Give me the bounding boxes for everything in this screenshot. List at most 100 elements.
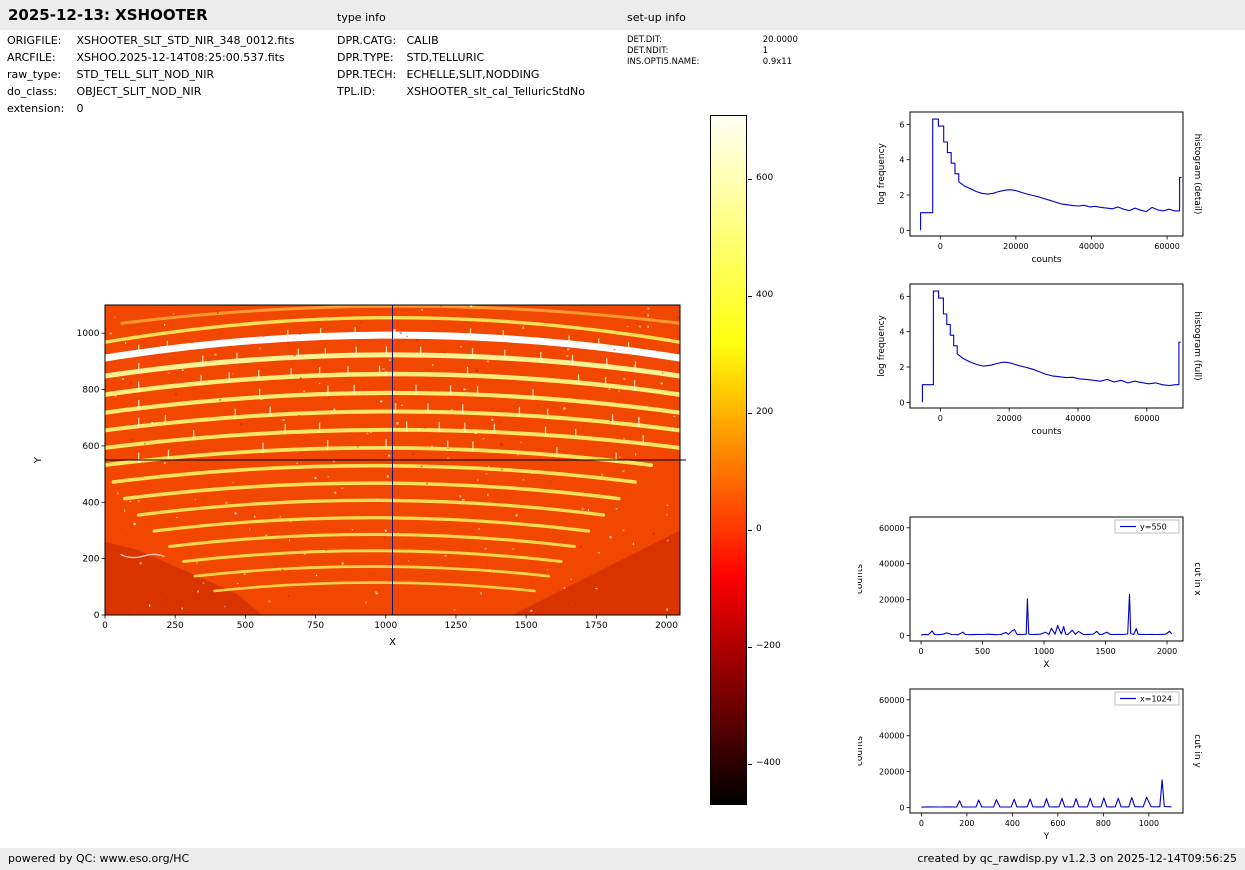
y-tick-label: 0 [899,398,904,407]
right-axis-label: histogram (detail) [1192,134,1202,215]
histogram-detail-plot: 0 20000 40000 60000 0 2 4 6 counts log frequency h… [877,111,1202,265]
y-tick-label: 400 [82,498,99,508]
y-axis-label: counts [858,564,865,594]
echelle-order [105,446,653,467]
plot-frame [909,688,1184,814]
y-tick-label: 60000 [879,696,904,705]
info-value: 0.9x11 [762,57,793,67]
x-tick-label: 1000 [1139,819,1159,828]
x-tick-label: 1000 [374,621,397,631]
x-tick-label: 600 [1050,819,1065,828]
info-row-dprtech: DPR.TECH: ECHELLE,SLIT,NODDING [337,68,585,85]
setup-info-block: DET.DIT: 20.0000 DET.NDIT: 1 INS.OPTI5.N… [627,35,798,68]
info-value: ECHELLE,SLIT,NODDING [406,68,540,81]
echelle-order [105,427,680,450]
info-value: STD_TELL_SLIT_NOD_NIR [76,68,215,81]
colorbar: 600 400 200 0 −200 −400 [710,115,795,807]
y-tick-label: 0 [899,632,904,641]
info-value: XSHOO.2025-12-14T08:25:00.537.fits [76,51,285,64]
info-row-insopti5: INS.OPTI5.NAME: 0.9x11 [627,57,798,68]
y-tick-label: 60000 [879,524,904,533]
data-line [921,290,1181,403]
x-axis-label: X [389,637,396,648]
echelle-order [105,371,680,397]
echelle-order [105,352,680,379]
colorbar-tick-label: 0 [756,524,762,534]
echelle-order [111,463,637,484]
legend-label: y=550 [1140,523,1167,532]
colorbar-tick-label: 600 [756,173,774,183]
y-axis-label: counts [858,736,865,766]
y-tick-label: 0 [899,804,904,813]
type-info-block: DPR.CATG: CALIB DPR.TYPE: STD,TELLURIC D… [337,34,585,102]
plot-frame [104,304,681,616]
colorbar-tick-label: 400 [756,290,774,300]
y-tick-label: 2 [899,191,904,200]
colorbar-tick-label: 200 [756,407,774,417]
info-label: DET.NDIT: [627,46,669,56]
right-axis-label: cut in x [1192,562,1202,596]
y-tick-label: 600 [82,442,99,452]
x-tick-label: 0 [919,647,924,656]
y-tick-label: 40000 [879,732,904,741]
x-tick-label: 800 [1096,819,1111,828]
y-axis-label: log frequency [877,314,887,376]
x-axis-label: counts [1031,427,1061,437]
info-value: 20.0000 [762,35,798,45]
info-row-extension: extension: 0 [7,102,294,119]
info-row-detndit: DET.NDIT: 1 [627,46,798,57]
info-label: ARCFILE: [7,51,56,64]
y-tick-label: 6 [899,292,904,301]
info-value: OBJECT_SLIT_NOD_NIR [76,85,202,98]
x-tick-label: 40000 [1079,242,1104,251]
x-tick-label: 750 [307,621,324,631]
y-tick-label: 20000 [879,768,904,777]
y-tick-label: 4 [899,328,904,337]
cut-in-y-plot: 0 200 400 600 800 1000 0 20000 40000 60000 Ycounts… [858,688,1202,842]
colorbar-gradient [710,115,747,805]
footer-right-text: created by qc_rawdisp.py v1.2.3 on 2025-… [917,852,1237,865]
x-axis-label: X [1043,660,1049,670]
y-tick-label: 40000 [879,560,904,569]
x-tick-label: 1250 [444,621,467,631]
y-tick-label: 0 [94,611,100,621]
y-tick-label: 800 [82,386,99,396]
info-row-arcfile: ARCFILE: XSHOO.2025-12-14T08:25:00.537.f… [7,51,294,68]
info-row-tplid: TPL.ID: XSHOOTER_slt_cal_TelluricStdNo [337,85,585,102]
y-tick-label: 0 [899,226,904,235]
info-value: XSHOOTER_SLT_STD_NIR_348_0012.fits [76,34,295,47]
y-tick-label: 1000 [77,329,100,339]
echelle-order [120,305,680,325]
info-label: raw_type: [7,68,62,81]
legend-label: x=1024 [1140,695,1172,704]
cut-in-x-plot: 0 500 1000 1500 20000200004000060000Xcounts c… [858,516,1202,670]
info-label: DPR.TYPE: [337,51,394,64]
info-row-dprcatg: DPR.CATG: CALIB [337,34,585,51]
echelle-order [105,331,680,362]
y-axis-label: log frequency [877,142,887,204]
x-tick-label: 2000 [1157,647,1177,656]
info-row-origfile: ORIGFILE: XSHOOTER_SLT_STD_NIR_348_0012.… [7,34,294,51]
x-tick-label: 20000 [996,414,1021,423]
right-axis-label: histogram (full) [1192,311,1202,380]
plot-frame [909,516,1184,642]
x-tick-label: 0 [938,414,943,423]
detector-background [105,305,680,615]
echelle-order [105,316,680,344]
footer-bar: powered by QC: www.eso.org/HC created by… [0,848,1245,870]
right-axis-label: cut in y [1192,734,1202,768]
info-label: INS.OPTI5.NAME: [627,57,700,67]
y-axis-label: Y [33,456,44,464]
info-label: DET.DIT: [627,35,662,45]
info-label: ORIGFILE: [7,34,62,47]
data-line [920,118,1182,231]
colorbar-tick-label: −400 [756,758,781,768]
info-row-doclass: do_class: OBJECT_SLIT_NOD_NIR [7,85,294,102]
x-tick-label: 1500 [515,621,538,631]
legend-box [1114,519,1180,534]
colorbar-tick-label: −200 [756,641,781,651]
y-tick-label: 20000 [879,596,904,605]
colorbar-tick [748,296,752,297]
x-tick-label: 40000 [1065,414,1090,423]
echelle-order [152,516,591,533]
